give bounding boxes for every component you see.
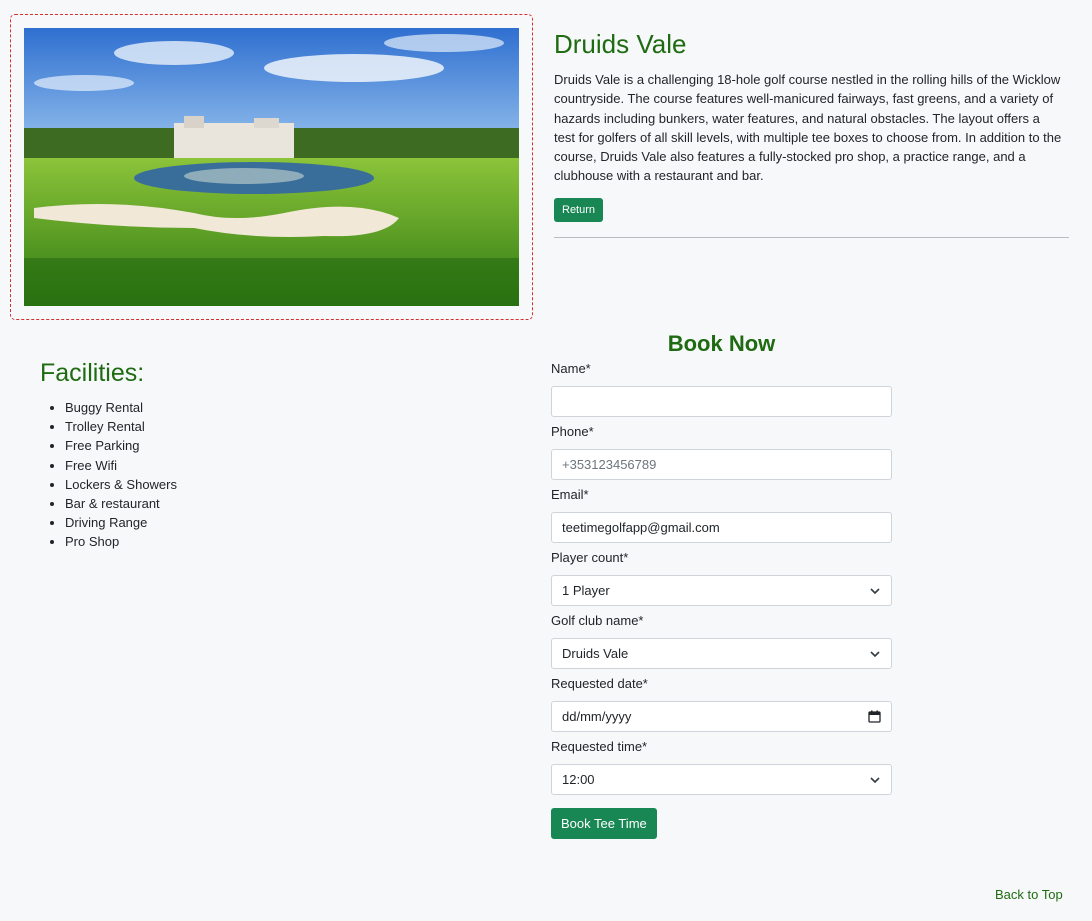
phone-field-group: Phone* +353123456789: [551, 423, 892, 480]
facility-item: Buggy Rental: [65, 398, 177, 417]
club-field-group: Golf club name* Druids Vale: [551, 612, 892, 669]
course-title: Druids Vale: [554, 29, 687, 59]
booking-form: Book Now Name* Phone* +353123456789 Emai…: [551, 330, 892, 839]
club-label: Golf club name*: [551, 613, 644, 628]
divider: [554, 237, 1069, 238]
course-info: Druids Vale Druids Vale is a challenging…: [554, 28, 1069, 222]
facilities-title: Facilities:: [40, 359, 145, 387]
facility-item: Trolley Rental: [65, 417, 177, 436]
calendar-icon[interactable]: [868, 710, 881, 723]
facilities-section: Facilities: Buggy Rental Trolley Rental …: [40, 358, 177, 552]
date-input[interactable]: dd/mm/yyyy: [551, 701, 892, 732]
player-count-value: 1 Player: [562, 583, 610, 598]
chevron-down-icon: [870, 776, 880, 783]
facility-item: Free Wifi: [65, 456, 177, 475]
date-field-group: Requested date* dd/mm/yyyy: [551, 675, 892, 732]
email-input[interactable]: teetimegolfapp@gmail.com: [551, 512, 892, 543]
email-label: Email*: [551, 487, 589, 502]
facility-item: Free Parking: [65, 436, 177, 455]
booking-title: Book Now: [667, 331, 776, 356]
time-label: Requested time*: [551, 739, 648, 754]
date-label: Requested date*: [551, 676, 648, 691]
course-image-frame: [10, 14, 533, 320]
facility-item: Driving Range: [65, 513, 177, 532]
facility-item: Lockers & Showers: [65, 475, 177, 494]
name-label: Name*: [551, 361, 591, 376]
phone-label: Phone*: [551, 424, 594, 439]
date-placeholder: dd/mm/yyyy: [562, 709, 632, 724]
facilities-list: Buggy Rental Trolley Rental Free Parking…: [40, 398, 177, 552]
return-button[interactable]: Return: [554, 197, 604, 222]
time-select[interactable]: 12:00: [551, 764, 892, 795]
course-description: Druids Vale is a challenging 18-hole gol…: [554, 72, 1062, 184]
chevron-down-icon: [870, 650, 880, 657]
players-label: Player count*: [551, 550, 629, 565]
facility-item: Bar & restaurant: [65, 494, 177, 513]
facility-item: Pro Shop: [65, 532, 177, 551]
name-field-group: Name*: [551, 360, 892, 417]
back-to-top-link[interactable]: Back to Top: [995, 887, 1063, 902]
chevron-down-icon: [870, 587, 880, 594]
golf-club-select[interactable]: Druids Vale: [551, 638, 892, 669]
course-photo: [24, 28, 519, 306]
time-value: 12:00: [562, 772, 595, 787]
name-input[interactable]: [551, 386, 892, 417]
time-field-group: Requested time* 12:00: [551, 738, 892, 795]
golf-club-value: Druids Vale: [562, 646, 629, 661]
players-field-group: Player count* 1 Player: [551, 549, 892, 606]
phone-input[interactable]: +353123456789: [551, 449, 892, 480]
player-count-select[interactable]: 1 Player: [551, 575, 892, 606]
email-field-group: Email* teetimegolfapp@gmail.com: [551, 486, 892, 543]
book-tee-time-button[interactable]: Book Tee Time: [551, 808, 657, 839]
